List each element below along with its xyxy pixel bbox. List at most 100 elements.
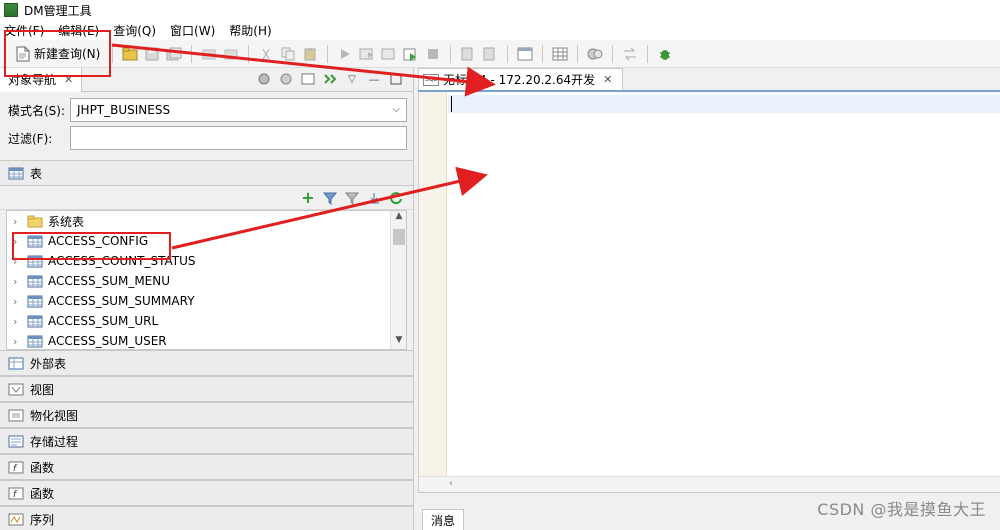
- view-icon: [8, 382, 24, 396]
- scroll-up-icon[interactable]: ▲: [391, 211, 406, 225]
- rollback-icon[interactable]: [482, 46, 498, 62]
- external-table-icon: [8, 356, 24, 370]
- messages-tab-label: 消息: [431, 514, 456, 528]
- chevron-right-icon[interactable]: ›: [13, 335, 27, 348]
- filter-icon[interactable]: [322, 190, 338, 206]
- procedure-icon: [8, 434, 24, 448]
- chevron-right-icon[interactable]: ›: [13, 215, 27, 228]
- chevron-right-icon[interactable]: ›: [13, 295, 27, 308]
- folder-icon: [27, 215, 43, 228]
- menu-help[interactable]: 帮助(H): [229, 22, 271, 39]
- toolbar-separator: [577, 44, 579, 63]
- disconnect-server-icon[interactable]: [278, 71, 294, 87]
- text-cursor: [451, 96, 452, 112]
- table-icon: [27, 315, 43, 328]
- redo-icon[interactable]: [223, 46, 239, 62]
- connect-icon[interactable]: [587, 46, 603, 62]
- filter-label: 过滤(F):: [8, 131, 53, 146]
- table-tree-tools: +: [0, 186, 413, 210]
- view-menu-chevron-down-icon[interactable]: ▽: [344, 71, 360, 87]
- chevron-right-icon[interactable]: ›: [13, 315, 27, 328]
- editor-tabbar: SQL 无标题4 - 172.20.2.64开发 ✕: [418, 68, 1000, 92]
- menu-window[interactable]: 窗口(W): [170, 22, 215, 39]
- tree-item-label: ACCESS_SUM_USER: [48, 334, 167, 348]
- import-icon[interactable]: [366, 190, 382, 206]
- close-icon[interactable]: ✕: [603, 73, 612, 86]
- tree-item-system-tables[interactable]: › 系统表: [7, 211, 406, 231]
- toolbar-separator: [612, 44, 614, 63]
- scroll-down-icon[interactable]: ▼: [391, 335, 406, 349]
- main-toolbar: 新建查询(N): [0, 40, 1000, 68]
- section-materialized-views[interactable]: 物化视图: [0, 402, 413, 428]
- section-label: 函数: [30, 486, 55, 501]
- toolbar-separator: [112, 44, 114, 63]
- run-icon[interactable]: [337, 46, 353, 62]
- transfer-icon[interactable]: [622, 46, 638, 62]
- minimize-icon[interactable]: —: [366, 71, 382, 87]
- paste-icon[interactable]: [302, 46, 318, 62]
- section-stored-procedures[interactable]: 存储过程: [0, 428, 413, 454]
- connect-server-icon[interactable]: [256, 71, 272, 87]
- tree-item-access-sum-user[interactable]: › ACCESS_SUM_USER: [7, 331, 406, 349]
- explain-icon[interactable]: [381, 46, 397, 62]
- commit-icon[interactable]: [460, 46, 476, 62]
- sql-editor[interactable]: ‹: [418, 92, 1000, 492]
- scroll-thumb[interactable]: [393, 229, 405, 245]
- clear-filter-icon[interactable]: [344, 190, 360, 206]
- schema-select[interactable]: JHPT_BUSINESS ⌵: [70, 98, 407, 122]
- toolbar-separator: [191, 44, 193, 63]
- schema-row: 模式名(S): JHPT_BUSINESS ⌵: [8, 98, 407, 122]
- function-icon: f: [8, 486, 24, 500]
- save-icon[interactable]: [144, 46, 160, 62]
- section-label: 物化视图: [30, 408, 79, 423]
- copy-icon[interactable]: [280, 46, 296, 62]
- undo-icon[interactable]: [201, 46, 217, 62]
- tree-item-access-sum-summary[interactable]: › ACCESS_SUM_SUMMARY: [7, 291, 406, 311]
- debug-bug-icon[interactable]: [657, 46, 673, 62]
- window-icon[interactable]: [517, 46, 533, 62]
- line-gutter: [419, 92, 447, 492]
- refresh-icon[interactable]: [388, 190, 404, 206]
- section-label: 函数: [30, 460, 55, 475]
- toolbar-separator: [450, 44, 452, 63]
- table-tree: › 系统表 › ACCESS_CONFIG › ACCESS_COUNT_STA…: [6, 210, 407, 350]
- section-tables[interactable]: 表: [0, 160, 413, 186]
- sql-file-icon: SQL: [423, 73, 439, 86]
- grid-icon[interactable]: [552, 46, 568, 62]
- table-icon: [27, 335, 43, 348]
- tree-scrollbar[interactable]: ▲ ▼: [390, 211, 406, 349]
- open-folder-icon[interactable]: [122, 46, 138, 62]
- scroll-left-icon[interactable]: ‹: [449, 478, 453, 489]
- run-script-icon[interactable]: [359, 46, 375, 62]
- filter-input[interactable]: [70, 126, 407, 150]
- editor-horizontal-scrollbar[interactable]: ‹: [419, 476, 1000, 492]
- chevron-down-icon: ⌵: [392, 104, 400, 115]
- schema-value: JHPT_BUSINESS: [77, 103, 171, 117]
- section-external-tables[interactable]: 外部表: [0, 350, 413, 376]
- maximize-icon[interactable]: [388, 71, 404, 87]
- execute-icon[interactable]: [403, 46, 419, 62]
- stop-icon[interactable]: [425, 46, 441, 62]
- add-icon[interactable]: +: [300, 188, 316, 207]
- editor-tab-label: 无标题4 - 172.20.2.64开发: [443, 73, 596, 87]
- cut-icon[interactable]: [258, 46, 274, 62]
- current-line-highlight: [448, 95, 1000, 113]
- chevron-right-icon[interactable]: ›: [13, 275, 27, 288]
- section-functions-2[interactable]: f 函数: [0, 480, 413, 506]
- menu-query[interactable]: 查询(Q): [113, 22, 156, 39]
- collapse-all-icon[interactable]: [322, 71, 338, 87]
- menu-bar: 文件(F) 编辑(E) 查询(Q) 窗口(W) 帮助(H): [0, 20, 1000, 40]
- save-all-icon[interactable]: [166, 46, 182, 62]
- section-views[interactable]: 视图: [0, 376, 413, 402]
- section-label: 序列: [30, 512, 55, 527]
- section-functions[interactable]: f 函数: [0, 454, 413, 480]
- section-tables-label: 表: [30, 166, 43, 181]
- tab-untitled-query[interactable]: SQL 无标题4 - 172.20.2.64开发 ✕: [418, 68, 624, 90]
- tab-messages[interactable]: 消息: [422, 509, 465, 530]
- tree-item-access-sum-url[interactable]: › ACCESS_SUM_URL: [7, 311, 406, 331]
- tree-item-label: ACCESS_SUM_MENU: [48, 274, 171, 288]
- section-sequences[interactable]: 序列: [0, 506, 413, 530]
- tree-item-access-sum-menu[interactable]: › ACCESS_SUM_MENU: [7, 271, 406, 291]
- table-icon: [27, 295, 43, 308]
- refresh-view-icon[interactable]: [300, 71, 316, 87]
